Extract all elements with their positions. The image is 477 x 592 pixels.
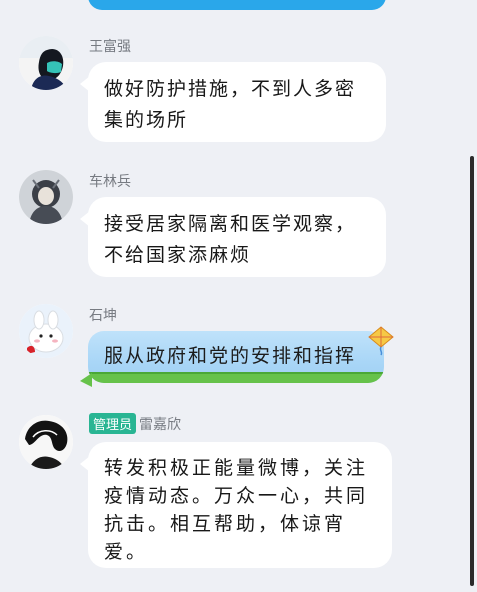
message-bubble[interactable]: 接受居家隔离和医学观察，不给国家添麻烦 bbox=[88, 197, 386, 277]
sender-name-text: 雷嘉欣 bbox=[139, 417, 182, 433]
scrollbar[interactable] bbox=[470, 156, 474, 586]
avatar[interactable] bbox=[19, 170, 73, 224]
avatar[interactable] bbox=[19, 415, 73, 469]
admin-badge: 管理员 bbox=[89, 413, 137, 434]
bubble-tail bbox=[80, 373, 92, 387]
message-bubble[interactable]: 服从政府和党的安排和指挥 bbox=[88, 331, 384, 383]
avatar[interactable] bbox=[19, 304, 73, 358]
message-bubble[interactable]: 做好防护措施，不到人多密集的场所 bbox=[88, 62, 386, 142]
sender-name: 石坤 bbox=[89, 308, 117, 324]
bubble-grass-decoration bbox=[88, 372, 384, 383]
avatar[interactable] bbox=[19, 36, 73, 90]
previous-message-bubble[interactable] bbox=[88, 0, 386, 10]
message-text: 接受居家隔离和医学观察，不给国家添麻烦 bbox=[104, 213, 357, 266]
message-text: 转发积极正能量微博，关注疫情动态。万众一心，共同抗击。相互帮助，体谅宵爱。 bbox=[104, 457, 369, 563]
kite-icon bbox=[368, 326, 394, 356]
sender-name: 车林兵 bbox=[89, 174, 131, 190]
sender-name: 王富强 bbox=[89, 39, 131, 55]
sender-name: 管理员 雷嘉欣 bbox=[89, 413, 181, 434]
message-text: 做好防护措施，不到人多密集的场所 bbox=[104, 78, 357, 131]
message-text: 服从政府和党的安排和指挥 bbox=[104, 345, 357, 367]
message-bubble[interactable]: 转发积极正能量微博，关注疫情动态。万众一心，共同抗击。相互帮助，体谅宵爱。 bbox=[88, 442, 392, 568]
